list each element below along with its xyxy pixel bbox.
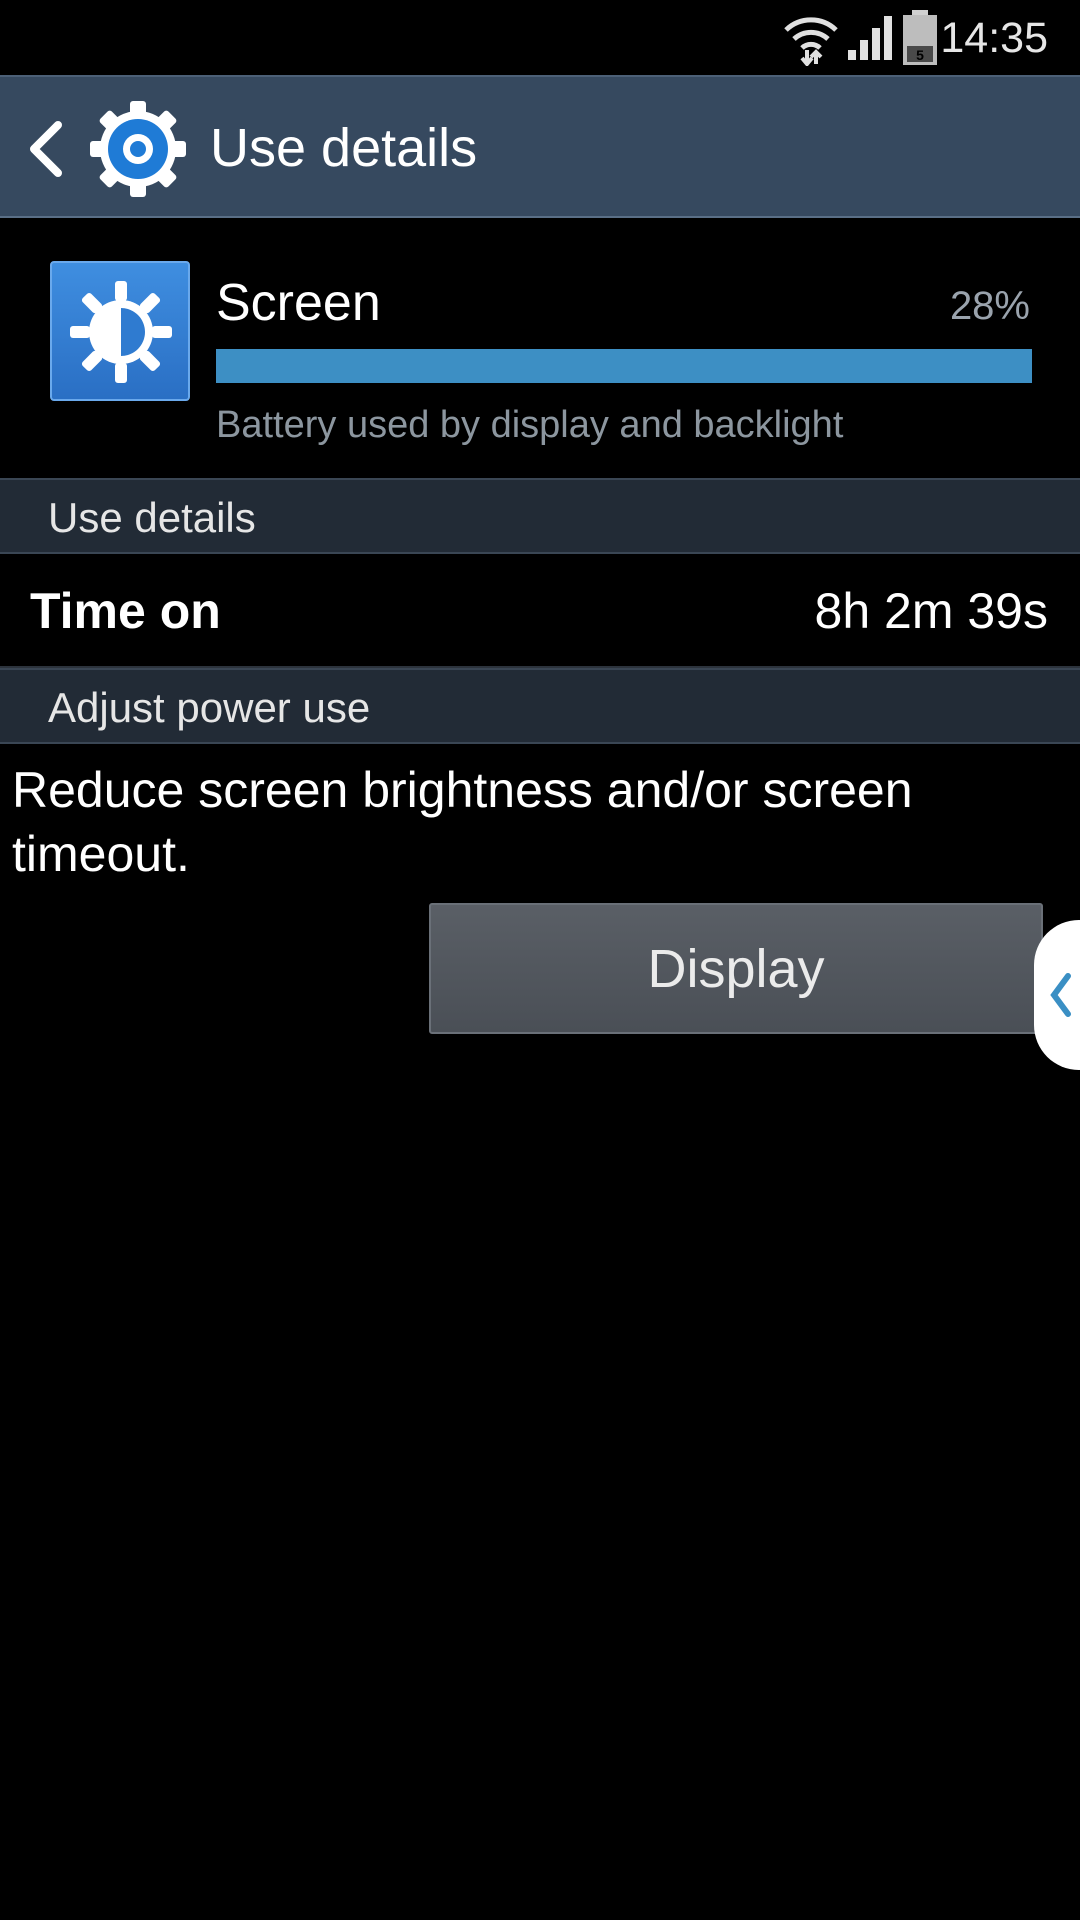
usage-item-screen: Screen 28% Battery used by display and b… [0, 218, 1080, 476]
section-header-adjust-power: Adjust power use [0, 668, 1080, 744]
time-on-row: Time on 8h 2m 39s [0, 554, 1080, 668]
wifi-icon [784, 17, 838, 66]
time-on-value: 8h 2m 39s [814, 583, 1048, 639]
side-panel-handle[interactable] [1034, 920, 1080, 1070]
battery-icon: 5 [903, 10, 937, 65]
brightness-icon [70, 281, 172, 383]
section-header-label: Use details [48, 494, 256, 541]
action-bar: Use details [0, 75, 1080, 218]
use-details-screen: 5 14:35 Use details Screen 28% Battery u… [0, 0, 1080, 1920]
display-button[interactable]: Display [429, 903, 1043, 1034]
time-on-label: Time on [30, 583, 221, 639]
signal-icon [848, 16, 892, 60]
settings-icon[interactable] [88, 99, 188, 199]
status-time: 14:35 [940, 14, 1048, 62]
chevron-left-icon [1050, 973, 1071, 1017]
usage-bar-track [216, 349, 1032, 383]
usage-description: Battery used by display and backlight [216, 404, 844, 446]
usage-percent: 28% [949, 284, 1030, 328]
section-header-label: Adjust power use [48, 684, 371, 731]
back-icon[interactable] [26, 119, 66, 179]
status-bar: 5 14:35 [0, 0, 1080, 75]
battery-level-text: 5 [916, 47, 924, 63]
app-name: Screen [216, 274, 381, 332]
section-header-use-details: Use details [0, 478, 1080, 554]
usage-bar-fill [216, 349, 1032, 383]
page-title: Use details [210, 118, 478, 178]
app-icon [50, 261, 190, 401]
advice-text: Reduce screen brightness and/or screen t… [12, 762, 913, 882]
